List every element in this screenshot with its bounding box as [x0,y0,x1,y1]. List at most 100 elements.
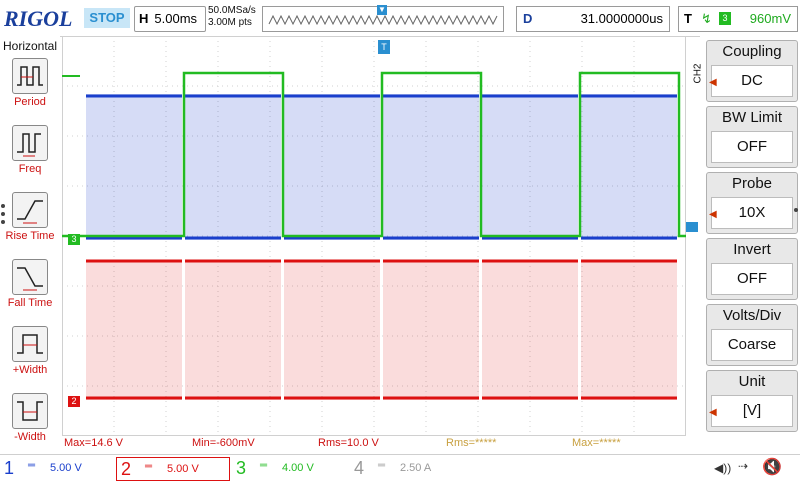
channel-1-scale: 5.00 V [50,462,82,474]
rigol-logo: RIGOL [4,6,73,31]
speaker-mute-icon: 🔇 [762,459,782,476]
ch3-ground-marker[interactable]: 3 [68,234,80,245]
measure-freq-button[interactable]: Freq [0,125,60,175]
ch2-burst-fill [581,260,677,400]
coupling-setting[interactable]: Coupling DC ◀ [706,40,798,102]
channel-2-scale: 5.00 V [167,463,199,475]
ch1-burst-fill [86,94,182,240]
channel-3-number: 3 [236,458,247,478]
delay-indicator[interactable]: D 31.0000000us [516,6,670,32]
page-dot [1,204,5,208]
sample-rate: 50.0MSa/s [208,5,256,16]
ch2-burst-fill [284,260,380,400]
run-stop-status[interactable]: STOP [84,8,130,28]
trigger-time-marker[interactable]: T [378,40,390,54]
invert-setting[interactable]: Invert OFF [706,238,798,300]
measure-fall-time-label: Fall Time [7,297,53,309]
sound-icon: ◀)) [714,461,732,475]
measure-freq-label: Freq [18,163,42,175]
waveform-canvas [62,36,686,436]
timebase-indicator[interactable]: H 5.00ms [134,6,206,32]
ch2-burst-fill [86,260,182,400]
channel-1-indicator[interactable]: 1 ═ 5.00 V [0,457,112,479]
measure-period-button[interactable]: Period [0,58,60,108]
channel-tag: CH2 [692,63,704,84]
volts-div-value: Coarse [711,329,793,361]
measurement-max-empty[interactable]: Max=***** [572,437,621,449]
frequency-icon [12,125,48,161]
rise-time-icon [12,192,48,228]
measurement-bar: Max=14.6 V Min=-600mV Rms=10.0 V Rms=***… [62,436,700,452]
select-arrow-icon: ◀ [709,209,717,220]
ch2-burst-fill [482,260,578,400]
ch1-burst-fill [284,94,380,240]
delay-value: 31.0000000us [580,11,663,26]
acquisition-info: 50.0MSa/s 3.00M pts [208,5,256,29]
channel-2-number: 2 [121,459,132,479]
probe-value: 10X [711,197,793,229]
coupling-value: DC [711,65,793,97]
waveform-display[interactable] [62,36,686,436]
measurement-ch2-rms[interactable]: Rms=10.0 V [318,437,379,449]
ch2-burst-fill [185,260,281,400]
ch2-ground-marker[interactable]: 2 [68,396,80,407]
measure-period-label: Period [14,96,46,108]
dc-coupling-icon: ═ [145,461,153,472]
unit-setting[interactable]: Unit [V] ◀ [706,370,798,432]
measure-pos-width-label: +Width [12,364,48,376]
select-arrow-icon: ◀ [709,77,717,88]
channel-3-scale: 4.00 V [282,462,314,474]
channel-4-indicator[interactable]: 4 ═ 2.50 A [350,457,462,479]
page-dot [1,220,5,224]
channel-2-indicator[interactable]: 2 ═ 5.00 V [116,457,230,481]
measurement-ch2-min[interactable]: Min=-600mV [192,437,255,449]
channel-4-number: 4 [354,458,365,478]
probe-heading: Probe [731,175,773,192]
trigger-indicator[interactable]: T ↯ 3 960mV [678,6,798,32]
bw-limit-setting[interactable]: BW Limit OFF [706,106,798,168]
timebase-label: H [139,11,149,26]
ch1-burst-fill [482,94,578,240]
channel-3-indicator[interactable]: 3 ═ 4.00 V [232,457,344,479]
usb-icon: ⇢ [738,459,749,473]
trigger-label: T [684,11,692,26]
rising-edge-icon: ↯ [701,11,712,26]
dc-coupling-icon: ═ [260,460,268,471]
bw-limit-value: OFF [711,131,793,163]
ch2-burst-fill [383,260,479,400]
measure-pos-width-button[interactable]: +Width [0,326,60,376]
memory-position-strip[interactable]: ▼ [262,5,504,32]
unit-heading: Unit [738,373,766,390]
fall-time-icon [12,259,48,295]
select-arrow-icon: ◀ [709,407,717,418]
channel-4-scale: 2.50 A [400,462,432,474]
volts-div-heading: Volts/Div [722,307,782,324]
ch1-burst-fill [383,94,479,240]
channel-settings-menu: CH2 Coupling DC ◀ BW Limit OFF Probe 10X… [693,36,800,436]
bw-limit-heading: BW Limit [722,109,782,126]
page-dot [794,208,798,212]
top-status-bar: RIGOL STOP H 5.00ms 50.0MSa/s 3.00M pts ▼… [0,0,800,37]
delay-label: D [523,11,533,26]
measurement-ch2-max[interactable]: Max=14.6 V [64,437,123,449]
positive-width-icon [12,326,48,362]
measure-rise-time-label: Rise Time [5,230,55,242]
measure-fall-time-button[interactable]: Fall Time [0,259,60,309]
invert-heading: Invert [733,241,771,258]
measure-neg-width-label: -Width [14,431,46,443]
measurement-rms-empty[interactable]: Rms=***** [446,437,496,449]
ch1-burst-fill [185,94,281,240]
invert-value: OFF [711,263,793,295]
trigger-position-icon: ▼ [377,5,387,15]
page-dot [1,212,5,216]
channel-bar: 1 ═ 5.00 V 2 ═ 5.00 V 3 ═ 4.00 V 4 ═ 2.5… [0,454,800,481]
horizontal-measure-menu: Horizontal Period Freq Rise Time Fall Ti… [0,36,60,456]
probe-setting[interactable]: Probe 10X ◀ [706,172,798,234]
memory-depth: 3.00M pts [208,17,252,28]
trigger-level-marker[interactable] [686,222,698,232]
measure-rise-time-button[interactable]: Rise Time [0,192,60,242]
measure-neg-width-button[interactable]: -Width [0,393,60,443]
volts-div-setting[interactable]: Volts/Div Coarse [706,304,798,366]
trigger-level: 960mV [749,11,791,26]
negative-width-icon [12,393,48,429]
